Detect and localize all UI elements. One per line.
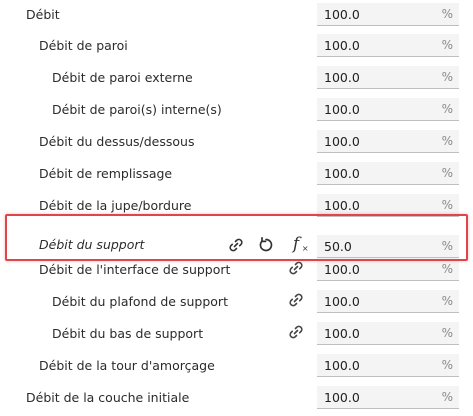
value-field[interactable]: 100.0 % xyxy=(317,386,459,409)
setting-row-flow: Débit 100.0 % xyxy=(0,0,473,29)
value-field[interactable]: 100.0 % xyxy=(317,66,459,89)
setting-label: Débit de la couche initiale xyxy=(26,390,190,405)
unit-label: % xyxy=(441,166,453,180)
link-icon[interactable] xyxy=(226,235,246,255)
formula-icon[interactable]: f × xyxy=(286,234,309,254)
value-text: 100.0 xyxy=(324,198,360,213)
value-field[interactable]: 100.0 % xyxy=(317,290,459,313)
value-field[interactable]: 50.0 % xyxy=(317,235,459,258)
setting-row-outer-wall-flow: Débit de paroi externe 100.0 % xyxy=(0,64,473,96)
setting-row-inner-wall-flow: Débit de paroi(s) interne(s) 100.0 % xyxy=(0,96,473,128)
value-field[interactable]: 100.0 % xyxy=(317,322,459,345)
value-field[interactable]: 100.0 % xyxy=(317,194,459,217)
unit-label: % xyxy=(441,70,453,84)
value-field[interactable]: 100.0 % xyxy=(317,354,459,377)
setting-row-support-floor-flow: Débit du bas de support 100.0 % xyxy=(0,320,473,352)
value-text: 100.0 xyxy=(324,38,360,53)
unit-label: % xyxy=(441,239,453,253)
setting-row-skirt-brim-flow: Débit de la jupe/bordure 100.0 % xyxy=(0,192,473,224)
value-text: 100.0 xyxy=(324,326,360,341)
setting-row-infill-flow: Débit de remplissage 100.0 % xyxy=(0,160,473,192)
value-text: 100.0 xyxy=(324,390,360,405)
unit-label: % xyxy=(441,102,453,116)
unit-label: % xyxy=(441,390,453,404)
link-icon[interactable] xyxy=(286,258,306,278)
unit-label: % xyxy=(441,198,453,212)
setting-label: Débit du plafond de support xyxy=(52,294,228,309)
value-field[interactable]: 100.0 % xyxy=(317,130,459,153)
value-field[interactable]: 100.0 % xyxy=(317,3,459,26)
setting-row-top-bottom-flow: Débit du dessus/dessous 100.0 % xyxy=(0,128,473,160)
unit-label: % xyxy=(441,358,453,372)
setting-row-support-interface-flow: Débit de l'interface de support 100.0 % xyxy=(0,256,473,288)
settings-list: Débit 100.0 % Débit de paroi 100.0 % Déb… xyxy=(0,0,473,415)
value-field[interactable]: 100.0 % xyxy=(317,258,459,281)
setting-row-support-roof-flow: Débit du plafond de support 100.0 % xyxy=(0,288,473,320)
setting-row-wall-flow: Débit de paroi 100.0 % xyxy=(0,32,473,64)
link-icon[interactable] xyxy=(286,290,306,310)
setting-label: Débit de paroi externe xyxy=(52,70,193,85)
unit-label: % xyxy=(441,134,453,148)
unit-label: % xyxy=(441,7,453,21)
value-text: 100.0 xyxy=(324,102,360,117)
value-text: 100.0 xyxy=(324,7,360,22)
setting-label: Débit du support xyxy=(39,237,145,252)
value-text: 100.0 xyxy=(324,262,360,277)
value-field[interactable]: 100.0 % xyxy=(317,162,459,185)
value-field[interactable]: 100.0 % xyxy=(317,34,459,57)
value-text: 100.0 xyxy=(324,294,360,309)
reset-icon[interactable] xyxy=(256,235,276,255)
link-icon[interactable] xyxy=(286,322,306,342)
unit-label: % xyxy=(441,38,453,52)
setting-label: Débit de paroi(s) interne(s) xyxy=(52,102,222,117)
setting-label: Débit du dessus/dessous xyxy=(39,134,195,149)
setting-label: Débit de remplissage xyxy=(39,166,173,181)
value-text: 100.0 xyxy=(324,70,360,85)
unit-label: % xyxy=(441,294,453,308)
unit-label: % xyxy=(441,262,453,276)
setting-label: Débit de l'interface de support xyxy=(39,262,231,277)
setting-label: Débit du bas de support xyxy=(52,326,204,341)
setting-label: Débit de la jupe/bordure xyxy=(39,198,192,213)
setting-label: Débit xyxy=(26,7,60,22)
value-text: 100.0 xyxy=(324,134,360,149)
setting-label: Débit de la tour d'amorçage xyxy=(39,358,215,373)
setting-label: Débit de paroi xyxy=(39,38,128,53)
value-text: 100.0 xyxy=(324,358,360,373)
value-text: 50.0 xyxy=(324,239,352,254)
value-text: 100.0 xyxy=(324,166,360,181)
value-field[interactable]: 100.0 % xyxy=(317,98,459,121)
unit-label: % xyxy=(441,326,453,340)
setting-row-initial-layer-flow: Débit de la couche initiale 100.0 % xyxy=(0,384,473,416)
setting-row-prime-tower-flow: Débit de la tour d'amorçage 100.0 % xyxy=(0,352,473,384)
